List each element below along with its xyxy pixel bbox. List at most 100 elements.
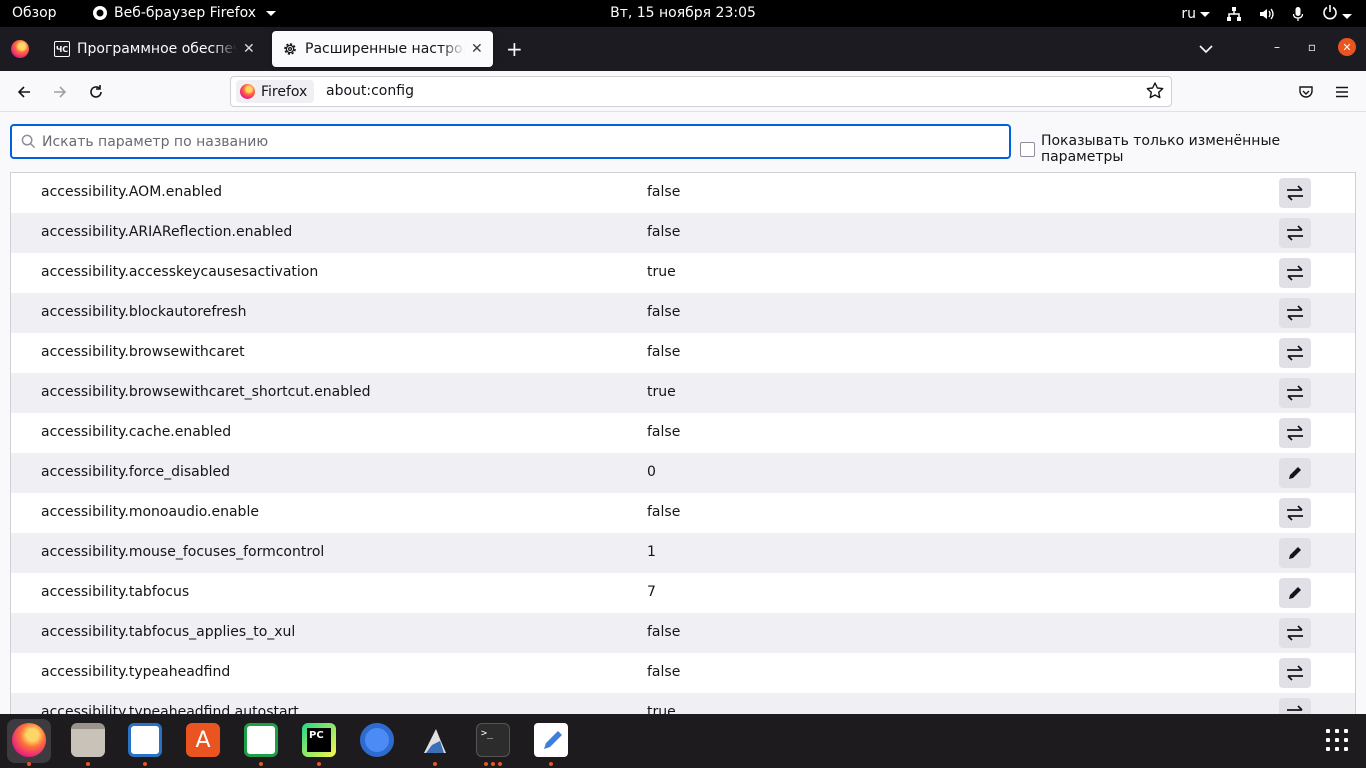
edit-button[interactable] bbox=[1279, 458, 1311, 488]
toggle-button[interactable] bbox=[1279, 378, 1311, 408]
tab-favicon: ЧС bbox=[54, 41, 70, 57]
pref-value: true bbox=[647, 704, 676, 714]
close-tab-icon[interactable]: ✕ bbox=[243, 41, 255, 57]
terminal-icon[interactable]: >_ bbox=[476, 723, 510, 757]
running-indicator bbox=[491, 762, 495, 766]
firefox-icon[interactable] bbox=[12, 723, 46, 757]
inkscape-glyph bbox=[424, 729, 446, 753]
pref-name: accessibility.cache.enabled bbox=[41, 424, 232, 440]
toggle-button[interactable] bbox=[1279, 338, 1311, 368]
edit-button[interactable] bbox=[1279, 538, 1311, 568]
gnome-top-bar: Обзор Веб-браузер Firefox Вт, 15 ноября … bbox=[0, 0, 1366, 27]
identity-label: Firefox bbox=[261, 83, 308, 100]
files-icon[interactable] bbox=[71, 723, 105, 757]
table-row[interactable]: accessibility.blockautorefresh false bbox=[11, 293, 1355, 333]
calc-icon[interactable] bbox=[244, 723, 278, 757]
table-row[interactable]: accessibility.mouse_focuses_formcontrol … bbox=[11, 533, 1355, 573]
edit-button[interactable] bbox=[1279, 578, 1311, 608]
search-box[interactable] bbox=[10, 124, 1011, 159]
running-indicator bbox=[143, 762, 147, 766]
toggle-button[interactable] bbox=[1279, 258, 1311, 288]
running-indicator bbox=[27, 762, 31, 766]
toggle-button[interactable] bbox=[1279, 698, 1311, 714]
pencil-icon bbox=[1289, 547, 1301, 559]
identity-box[interactable]: Firefox bbox=[236, 80, 315, 103]
arrow-right-icon bbox=[54, 86, 67, 98]
table-row[interactable]: accessibility.browsewithcaret_shortcut.e… bbox=[11, 373, 1355, 413]
pocket-icon bbox=[1299, 86, 1313, 98]
toggle-button[interactable] bbox=[1279, 658, 1311, 688]
table-row[interactable]: accessibility.accesskeycausesactivation … bbox=[11, 253, 1355, 293]
microphone-icon bbox=[1292, 7, 1304, 21]
toggle-button[interactable] bbox=[1279, 418, 1311, 448]
table-row[interactable]: accessibility.typeaheadfind.autostart tr… bbox=[11, 693, 1355, 714]
dock: A PC >_ bbox=[0, 714, 1366, 768]
volume-icon bbox=[1260, 8, 1274, 20]
writer-icon[interactable] bbox=[128, 723, 162, 757]
table-row[interactable]: accessibility.tabfocus_applies_to_xul fa… bbox=[11, 613, 1355, 653]
pref-value: 0 bbox=[647, 464, 656, 480]
activities-button[interactable]: Обзор bbox=[12, 5, 57, 21]
toggle-button[interactable] bbox=[1279, 298, 1311, 328]
running-indicator bbox=[259, 762, 263, 766]
table-row[interactable]: accessibility.monoaudio.enable false bbox=[11, 493, 1355, 533]
clock[interactable]: Вт, 15 ноября 23:05 bbox=[610, 5, 756, 21]
pref-value: true bbox=[647, 264, 676, 280]
keyboard-layout[interactable]: ru bbox=[1181, 6, 1210, 22]
close-tab-icon[interactable]: ✕ bbox=[471, 41, 483, 57]
toggle-button[interactable] bbox=[1279, 218, 1311, 248]
toggle-icon bbox=[1287, 225, 1303, 241]
software-center-icon[interactable]: A bbox=[186, 723, 220, 757]
inkscape-icon[interactable] bbox=[418, 723, 452, 757]
tab-software[interactable]: ЧС Программное обеспечение ✕ bbox=[44, 31, 266, 67]
grid-dot bbox=[1344, 738, 1348, 742]
table-row[interactable]: accessibility.tabfocus 7 bbox=[11, 573, 1355, 613]
grid-dot bbox=[1326, 729, 1330, 733]
table-row[interactable]: accessibility.ARIAReflection.enabled fal… bbox=[11, 213, 1355, 253]
tab-advanced-settings[interactable]: Расширенные настройки ✕ bbox=[272, 31, 493, 67]
pocket-button[interactable] bbox=[1294, 80, 1318, 104]
pref-name: accessibility.ARIAReflection.enabled bbox=[41, 224, 293, 240]
toggle-button[interactable] bbox=[1279, 498, 1311, 528]
table-row[interactable]: accessibility.browsewithcaret false bbox=[11, 333, 1355, 373]
list-all-tabs-icon[interactable] bbox=[1198, 41, 1214, 57]
pref-name: accessibility.tabfocus bbox=[41, 584, 190, 600]
running-indicator bbox=[433, 762, 437, 766]
chromium-icon[interactable] bbox=[360, 723, 394, 757]
pref-value: false bbox=[647, 224, 681, 240]
grid-dot bbox=[1344, 747, 1348, 751]
checkbox[interactable] bbox=[1020, 141, 1035, 157]
pref-value: false bbox=[647, 184, 681, 200]
pycharm-icon[interactable]: PC bbox=[302, 723, 336, 757]
system-tray[interactable]: ru bbox=[1181, 4, 1352, 24]
new-tab-button[interactable]: + bbox=[506, 39, 523, 59]
pref-value: true bbox=[647, 384, 676, 400]
show-applications-button[interactable] bbox=[1326, 729, 1348, 751]
pref-name: accessibility.tabfocus_applies_to_xul bbox=[41, 624, 296, 640]
close-window-button[interactable]: ✕ bbox=[1338, 38, 1356, 56]
menu-button[interactable] bbox=[1330, 80, 1354, 104]
firefox-view-icon[interactable] bbox=[11, 40, 29, 58]
grid-dot bbox=[1326, 747, 1330, 751]
url-bar[interactable]: Firefox about:config bbox=[230, 76, 1172, 107]
table-row[interactable]: accessibility.typeaheadfind false bbox=[11, 653, 1355, 693]
running-indicator bbox=[317, 762, 321, 766]
app-menu[interactable]: Веб-браузер Firefox bbox=[92, 5, 277, 21]
bookmark-star-icon[interactable] bbox=[1144, 80, 1166, 102]
table-row[interactable]: accessibility.AOM.enabled false bbox=[11, 173, 1355, 213]
url-text[interactable]: about:config bbox=[326, 83, 414, 99]
toggle-button[interactable] bbox=[1279, 618, 1311, 648]
table-row[interactable]: accessibility.cache.enabled false bbox=[11, 413, 1355, 453]
forward-button[interactable] bbox=[48, 80, 72, 104]
show-modified-only-checkbox[interactable]: Показывать только изменённые параметры bbox=[1020, 133, 1366, 165]
text-editor-icon[interactable] bbox=[534, 723, 568, 757]
table-row[interactable]: accessibility.force_disabled 0 bbox=[11, 453, 1355, 493]
search-input[interactable] bbox=[42, 131, 982, 153]
reload-button[interactable] bbox=[84, 80, 108, 104]
maximize-button[interactable]: ▫ bbox=[1303, 38, 1321, 56]
minimize-button[interactable]: – bbox=[1268, 38, 1286, 56]
reload-icon bbox=[90, 85, 102, 98]
power-menu[interactable] bbox=[1322, 4, 1352, 24]
back-button[interactable] bbox=[12, 80, 36, 104]
toggle-button[interactable] bbox=[1279, 178, 1311, 208]
